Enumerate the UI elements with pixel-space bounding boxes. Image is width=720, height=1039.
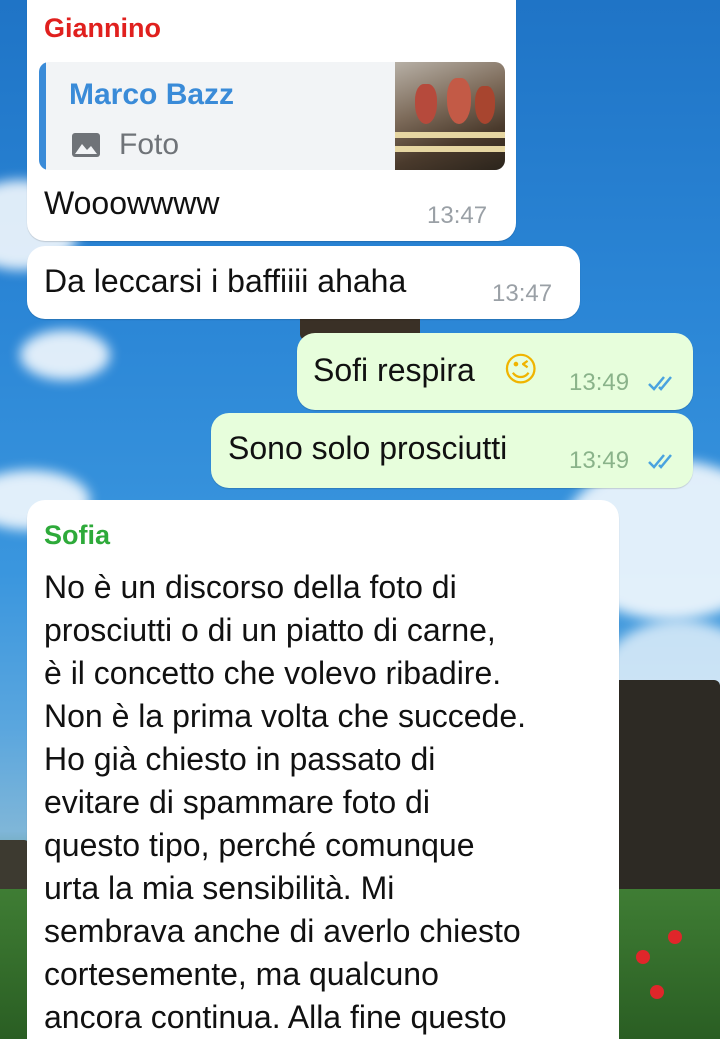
double-check-icon [648, 454, 672, 469]
image-icon [72, 133, 100, 157]
message-line: questo tipo, perché comunque [44, 827, 475, 863]
message-line: Non è la prima volta che succede. [44, 698, 527, 734]
reply-kind: Foto [119, 128, 180, 161]
message-text: Sofi respira [313, 352, 475, 388]
reply-thumbnail [395, 62, 505, 170]
message-time: 13:47 [427, 202, 488, 229]
message-bubble-incoming[interactable]: Giannino Marco Bazz Foto Wooowwww 13:47 [27, 0, 516, 241]
message-line: urta la mia sensibilità. Mi [44, 870, 395, 906]
message-line: ancora continua. Alla fine questo [44, 999, 507, 1035]
message-line: è il concetto che volevo ribadire. [44, 655, 502, 691]
wink-emoji: 😉 [503, 351, 539, 389]
sender-name[interactable]: Giannino [44, 13, 161, 44]
message-text: Sono solo prosciutti [228, 430, 508, 466]
message-time: 13:49 [569, 447, 630, 474]
message-time: 13:47 [492, 280, 553, 307]
message-line: sembrava anche di averlo chiesto [44, 913, 521, 949]
message-time: 13:49 [569, 369, 630, 396]
double-check-icon [648, 376, 672, 391]
message-bubble-outgoing[interactable]: Sofi respira 😉 13:49 [297, 333, 693, 410]
sender-name[interactable]: Sofia [44, 520, 110, 551]
message-line: evitare di spammare foto di [44, 784, 430, 820]
message-line: cortesemente, ma qualcuno [44, 956, 439, 992]
message-text: Wooowwww [44, 185, 220, 221]
message-bubble-outgoing[interactable]: Sono solo prosciutti 13:49 [211, 413, 693, 488]
reply-author: Marco Bazz [69, 78, 235, 111]
message-text: Da leccarsi i baffiiii ahaha [44, 263, 407, 299]
message-line: Ho già chiesto in passato di [44, 741, 436, 777]
message-text: No è un discorso della foto di prosciutt… [44, 566, 604, 1039]
reply-bar [39, 62, 46, 170]
message-line: prosciutti o di un piatto di carne, [44, 612, 496, 648]
reply-preview[interactable]: Marco Bazz Foto [39, 62, 505, 170]
message-bubble-incoming[interactable]: Da leccarsi i baffiiii ahaha 13:47 [27, 246, 580, 319]
message-line: No è un discorso della foto di [44, 569, 457, 605]
